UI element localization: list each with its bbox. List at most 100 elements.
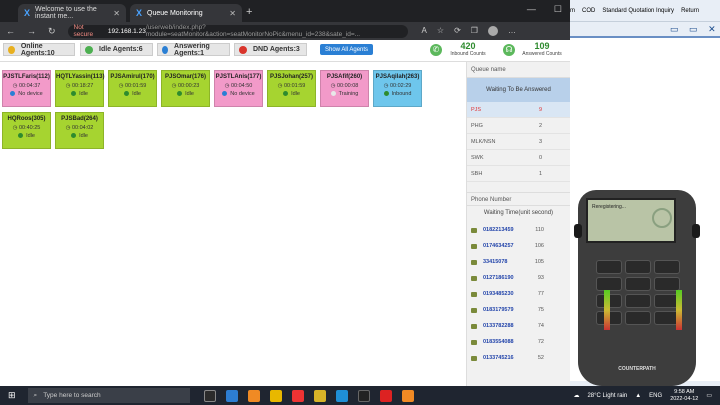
erp-menu-item[interactable]: COD [582, 8, 595, 14]
keypad-key[interactable] [625, 277, 651, 291]
window-icon[interactable]: ▭ [689, 24, 702, 34]
file-explorer-icon[interactable] [269, 389, 282, 402]
queue-waiting: 3 [538, 138, 542, 145]
app-icon[interactable] [313, 389, 326, 402]
softphone-left-arrow[interactable] [574, 224, 582, 238]
keypad-key[interactable] [654, 277, 680, 291]
language-indicator[interactable]: ENG [649, 393, 662, 399]
close-icon[interactable]: ✕ [708, 24, 720, 34]
mail-icon[interactable] [225, 389, 238, 402]
tab-queue-monitoring[interactable]: X Queue Monitoring ✕ [130, 4, 242, 22]
maximize-icon[interactable]: ☐ [554, 4, 562, 15]
queue-row[interactable]: SBH 1 [467, 166, 570, 182]
phone-row[interactable]: 33415078 105 [467, 254, 570, 270]
close-icon[interactable]: ✕ [229, 9, 236, 18]
speaker-volume-bar[interactable] [676, 290, 682, 330]
agent-card[interactable]: PJSBad(264) ◷ 00:04:02 Idle [55, 112, 104, 149]
phone-row[interactable]: 0182213459 110 [467, 222, 570, 238]
app-icon[interactable] [357, 389, 370, 402]
agent-card[interactable]: HQTLYassin(113) ◷ 00:18:27 Idle [55, 70, 104, 107]
url-host: 192.168.1.23 [107, 27, 146, 35]
status-icon [10, 91, 16, 97]
minimize-icon[interactable]: — [527, 4, 536, 15]
window-icon[interactable]: ▭ [670, 24, 683, 34]
erp-menu-item[interactable]: Standard Quotation Inquiry [602, 8, 674, 14]
user-icon [8, 45, 15, 54]
agent-card[interactable]: PJSAfif(260) ◷ 00:00:08 Training [320, 70, 369, 107]
dnd-agents-stat[interactable]: DND Agents:3 [234, 43, 307, 56]
mic-volume-bar[interactable] [604, 290, 610, 330]
agent-status-label: Idle [26, 133, 35, 139]
agent-card[interactable]: PJSAmirul(170) ◷ 00:01:59 Idle [108, 70, 157, 107]
new-tab-button[interactable]: + [246, 6, 252, 18]
agent-card[interactable]: PJSTLAnis(177) ◷ 00:04:50 No device [214, 70, 263, 107]
edge-icon[interactable] [335, 389, 348, 402]
keypad-key[interactable] [625, 311, 651, 325]
phone-row[interactable]: 0133745216 52 [467, 350, 570, 366]
queue-row[interactable]: PHG 2 [467, 118, 570, 134]
show-all-agents-button[interactable]: Show All Agents [320, 44, 374, 55]
read-aloud-icon[interactable]: A [422, 26, 427, 36]
keypad-key[interactable] [596, 277, 622, 291]
phone-row[interactable]: 0193485230 77 [467, 286, 570, 302]
app-icon[interactable] [401, 389, 414, 402]
clock[interactable]: 9:58 AM 2022-04-12 [670, 389, 698, 403]
agent-status: Idle [268, 91, 315, 97]
more-icon[interactable]: … [508, 26, 516, 36]
network-icon[interactable]: ▲ [635, 393, 641, 399]
windows-start-icon[interactable]: ⊞ [8, 390, 16, 401]
collections-icon[interactable]: ❐ [471, 26, 478, 36]
phone-row[interactable]: 0183554088 72 [467, 334, 570, 350]
agent-status: Idle [3, 133, 50, 139]
keypad-key[interactable] [654, 260, 680, 274]
erp-menu-item[interactable]: Return [681, 8, 699, 14]
erp-menu-item[interactable]: m [570, 8, 575, 14]
erp-menu: m COD Standard Quotation Inquiry Return [570, 0, 720, 22]
phone-row[interactable]: 0174634257 106 [467, 238, 570, 254]
weather-label[interactable]: 28°C Light rain [587, 393, 627, 399]
phone-rows: 0182213459 110 0174634257 106 33415078 105 012… [467, 222, 570, 366]
task-view-icon[interactable] [203, 389, 216, 402]
online-agents-stat[interactable]: Online Agents:10 [3, 43, 75, 57]
answering-agents-stat[interactable]: Answering Agents:1 [157, 43, 230, 57]
agent-time: 00:00:23 [177, 83, 200, 89]
keypad-key[interactable] [625, 294, 651, 308]
avatar[interactable] [487, 26, 498, 36]
agent-card[interactable]: PJSAqilah(263) ◷ 00:02:29 Inbound [373, 70, 422, 107]
taskbar-search[interactable]: ⌕ Type here to search [27, 388, 190, 403]
tab-welcome[interactable]: X Welcome to use the instant me... ✕ [18, 4, 126, 22]
favorite-icon[interactable]: ☆ [437, 26, 444, 36]
queue-name: PHG [471, 122, 483, 129]
chrome-icon[interactable] [291, 389, 304, 402]
forward-icon[interactable]: → [27, 26, 36, 37]
phone-row[interactable]: 0183179579 75 [467, 302, 570, 318]
softphone-logo-icon [652, 208, 672, 228]
agent-time: 00:01:59 [124, 83, 147, 89]
back-icon[interactable]: ← [6, 26, 15, 37]
agent-status: Idle [162, 91, 209, 97]
queue-row[interactable]: MLK/NSN 3 [467, 134, 570, 150]
firefox-icon[interactable] [247, 389, 260, 402]
queue-row[interactable]: SWK 0 [467, 150, 570, 166]
keypad-key[interactable] [625, 260, 651, 274]
agent-card[interactable]: HQRoos(305) ◷ 00:40:25 Idle [2, 112, 51, 149]
url-field[interactable]: Not secure 192.168.1.23 /userweb/index.p… [67, 24, 408, 38]
refresh-icon[interactable]: ⟳ [454, 26, 461, 36]
idle-agents-stat[interactable]: Idle Agents:6 [80, 43, 153, 56]
clock-time: 9:58 AM [674, 388, 695, 395]
close-icon[interactable]: ✕ [113, 9, 120, 18]
queue-panel: Queue name Waiting To Be Answered PJS 9 PH… [466, 62, 570, 386]
notification-icon[interactable]: ▭ [706, 392, 712, 399]
reload-icon[interactable]: ↻ [48, 26, 56, 37]
agent-card[interactable]: PJSOmar(176) ◷ 00:00:23 Idle [161, 70, 210, 107]
agent-card[interactable]: PJSTLFaris(112) ◷ 00:04:37 No device [2, 70, 51, 107]
agent-card[interactable]: PJSJohan(257) ◷ 00:01:59 Idle [267, 70, 316, 107]
agent-status-label: No device [230, 91, 255, 97]
queue-row[interactable]: PJS 9 [467, 102, 570, 118]
phone-row[interactable]: 0133782288 74 [467, 318, 570, 334]
app-icon[interactable] [379, 389, 392, 402]
agent-status: No device [3, 91, 50, 97]
softphone-right-arrow[interactable] [692, 224, 700, 238]
phone-row[interactable]: 0127186190 93 [467, 270, 570, 286]
keypad-key[interactable] [596, 260, 622, 274]
